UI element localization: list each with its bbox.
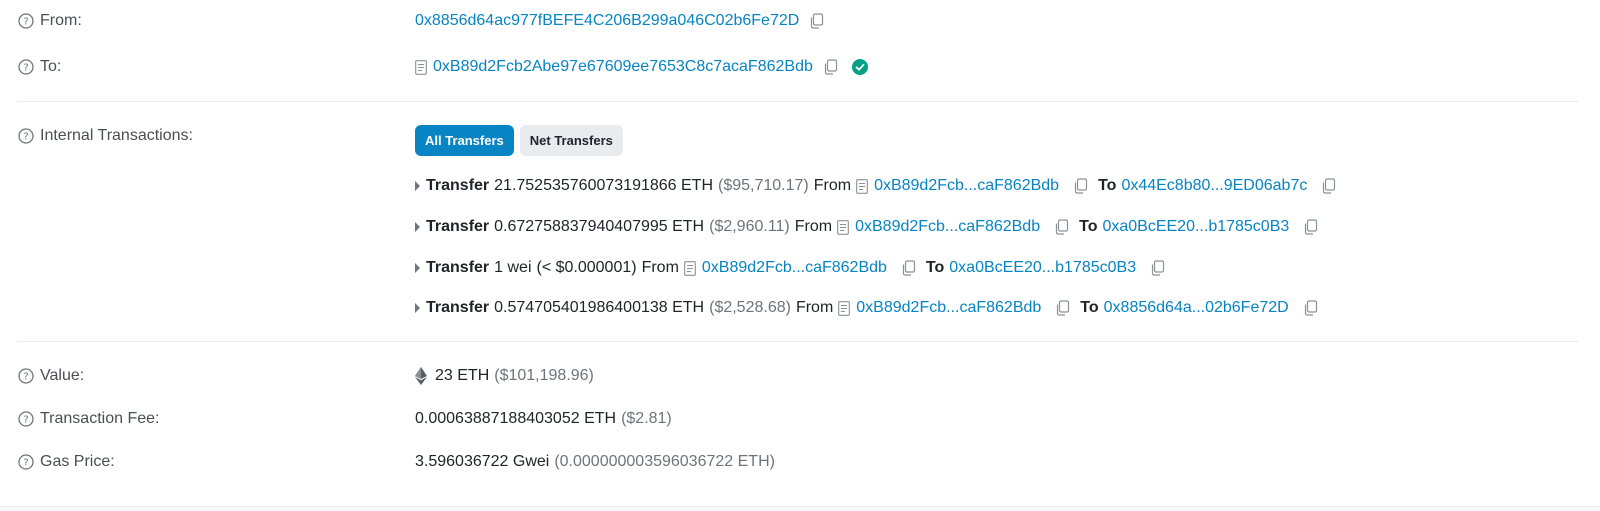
transfer-keyword: Transfer xyxy=(426,218,490,235)
caret-right-icon[interactable] xyxy=(415,222,420,232)
caret-right-icon[interactable] xyxy=(415,303,420,313)
copy-icon[interactable] xyxy=(901,260,916,276)
transaction-details-card: ? From: 0x8856d64ac977fBEFE4C206B299a046… xyxy=(0,0,1600,507)
gas-eth: (0.000000003596036722 ETH) xyxy=(554,453,775,470)
caret-right-icon[interactable] xyxy=(415,263,420,273)
transfer-usd: ($2,528.68) xyxy=(709,299,791,316)
fee-amount: 0.00063887188403052 ETH ($2.81) xyxy=(415,410,672,428)
transfer-to-link[interactable]: 0x44Ec8b80...9ED06ab7c xyxy=(1121,177,1307,195)
internal-label: Internal Transactions: xyxy=(40,127,193,144)
ethereum-icon xyxy=(415,367,427,385)
tab-net-transfers[interactable]: Net Transfers xyxy=(519,125,623,156)
copy-icon[interactable] xyxy=(1303,300,1318,316)
transfer-to-keyword: To xyxy=(1079,218,1098,235)
transfer-amount: 0.574705401986400138 ETH xyxy=(494,299,705,316)
question-circle-icon[interactable]: ? xyxy=(18,13,34,29)
value-usd: ($101,198.96) xyxy=(494,367,594,384)
question-circle-icon[interactable]: ? xyxy=(18,59,34,75)
value-label: Value: xyxy=(40,367,85,384)
transfer-row: Transfer 1 wei (< $0.000001) From 0xB89d… xyxy=(415,259,1165,277)
copy-icon[interactable] xyxy=(1073,178,1088,194)
transfer-row: Transfer 0.672758837940407995 ETH ($2,96… xyxy=(415,218,1318,236)
svg-text:?: ? xyxy=(23,63,28,74)
divider xyxy=(18,101,1578,102)
transfer-from-keyword: From xyxy=(813,177,852,194)
transfer-keyword: Transfer xyxy=(426,299,490,316)
transfer-from-keyword: From xyxy=(641,259,679,276)
from-address-link[interactable]: 0x8856d64ac977fBEFE4C206B299a046C02b6Fe7… xyxy=(415,12,799,30)
transfer-from-link[interactable]: 0xB89d2Fcb...caF862Bdb xyxy=(856,299,1041,317)
transfer-usd: ($2,960.11) xyxy=(709,218,790,235)
gas-label: Gas Price: xyxy=(40,453,115,470)
fee-usd: ($2.81) xyxy=(621,410,672,427)
from-label-row: ? From: xyxy=(18,12,82,30)
copy-icon[interactable] xyxy=(823,59,838,75)
to-label-row: ? To: xyxy=(18,58,61,76)
copy-icon[interactable] xyxy=(1055,300,1070,316)
caret-right-icon[interactable] xyxy=(415,181,420,191)
fee-eth: 0.00063887188403052 ETH xyxy=(415,410,617,427)
transfer-to-link[interactable]: 0xa0BcEE20...b1785c0B3 xyxy=(1102,218,1289,236)
contract-doc-icon xyxy=(856,178,868,194)
transfer-from-link[interactable]: 0xB89d2Fcb...caF862Bdb xyxy=(702,259,887,277)
transfer-keyword: Transfer xyxy=(426,259,490,276)
transfer-amount: 0.672758837940407995 ETH xyxy=(494,218,705,235)
contract-doc-icon xyxy=(838,300,851,316)
internal-label-row: ? Internal Transactions: xyxy=(18,127,193,145)
transfer-from-link[interactable]: 0xB89d2Fcb...caF862Bdb xyxy=(874,177,1059,195)
transfer-to-link[interactable]: 0xa0BcEE20...b1785c0B3 xyxy=(949,259,1136,277)
value-amount: 23 ETH ($101,198.96) xyxy=(415,367,594,385)
transfer-to-keyword: To xyxy=(1098,177,1117,194)
from-label: From: xyxy=(40,12,82,29)
gas-amount: 3.596036722 Gwei (0.000000003596036722 E… xyxy=(415,453,775,471)
transfer-usd: ($95,710.17) xyxy=(718,177,809,194)
transfer-row: Transfer 0.574705401986400138 ETH ($2,52… xyxy=(415,299,1318,317)
fee-label-row: ? Transaction Fee: xyxy=(18,410,159,428)
transfer-tabs: All Transfers Net Transfers xyxy=(415,125,629,156)
value-label-row: ? Value: xyxy=(18,367,84,385)
fee-label: Transaction Fee: xyxy=(40,410,160,427)
copy-icon[interactable] xyxy=(809,13,824,29)
gas-gwei: 3.596036722 Gwei xyxy=(415,453,550,470)
divider xyxy=(18,341,1578,342)
question-circle-icon[interactable]: ? xyxy=(18,411,34,427)
transfer-to-keyword: To xyxy=(1080,299,1099,316)
transfer-from-keyword: From xyxy=(794,218,833,235)
contract-doc-icon xyxy=(837,219,849,235)
svg-text:?: ? xyxy=(23,132,28,143)
contract-doc-icon xyxy=(684,260,696,276)
verified-check-icon xyxy=(851,59,868,75)
transfer-from-keyword: From xyxy=(795,299,834,316)
copy-icon[interactable] xyxy=(1150,260,1165,276)
to-value: 0xB89d2Fcb2Abe97e67609ee7653C8c7acaF862B… xyxy=(415,58,868,76)
svg-text:?: ? xyxy=(23,415,28,426)
svg-text:?: ? xyxy=(23,17,28,28)
svg-text:?: ? xyxy=(23,458,28,469)
question-circle-icon[interactable]: ? xyxy=(18,454,34,470)
transfer-amount: 1 wei xyxy=(494,259,532,276)
copy-icon[interactable] xyxy=(1321,178,1336,194)
svg-text:?: ? xyxy=(23,372,28,383)
transfer-amount: 21.752535760073191866 ETH xyxy=(494,177,713,194)
to-address-link[interactable]: 0xB89d2Fcb2Abe97e67609ee7653C8c7acaF862B… xyxy=(433,58,813,76)
tab-all-transfers[interactable]: All Transfers xyxy=(415,125,514,156)
contract-doc-icon xyxy=(415,59,427,75)
transfer-from-link[interactable]: 0xB89d2Fcb...caF862Bdb xyxy=(855,218,1040,236)
from-value: 0x8856d64ac977fBEFE4C206B299a046C02b6Fe7… xyxy=(415,12,824,30)
transfer-usd: (< $0.000001) xyxy=(536,259,637,276)
copy-icon[interactable] xyxy=(1303,219,1318,235)
gas-label-row: ? Gas Price: xyxy=(18,453,115,471)
question-circle-icon[interactable]: ? xyxy=(18,128,34,144)
transfer-to-keyword: To xyxy=(925,259,945,276)
question-circle-icon[interactable]: ? xyxy=(18,368,34,384)
transfer-row: Transfer 21.752535760073191866 ETH ($95,… xyxy=(415,177,1336,195)
copy-icon[interactable] xyxy=(1054,219,1069,235)
value-eth: 23 ETH xyxy=(435,367,490,384)
to-label: To: xyxy=(40,58,62,75)
transfer-keyword: Transfer xyxy=(426,177,490,194)
transfer-to-link[interactable]: 0x8856d64a...02b6Fe72D xyxy=(1104,299,1289,317)
